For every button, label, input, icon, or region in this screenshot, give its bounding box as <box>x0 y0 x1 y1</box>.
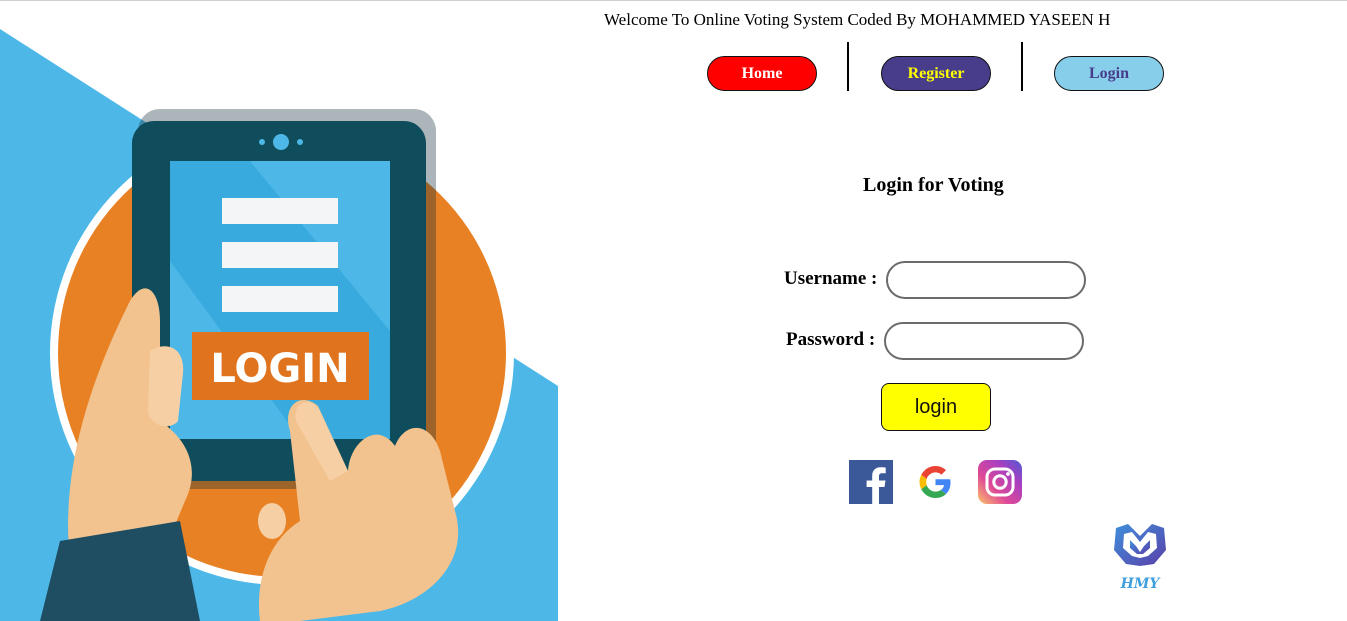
home-button[interactable]: Home <box>707 56 817 91</box>
password-input[interactable] <box>884 322 1084 360</box>
username-input[interactable] <box>886 261 1086 299</box>
form-title: Login for Voting <box>863 174 1004 196</box>
nav-divider <box>1021 42 1023 91</box>
login-nav-button[interactable]: Login <box>1054 56 1164 91</box>
register-button[interactable]: Register <box>881 56 991 91</box>
svg-text:LOGIN: LOGIN <box>210 346 349 392</box>
nav-divider <box>847 42 849 91</box>
instagram-icon[interactable] <box>978 460 1022 504</box>
welcome-banner: Welcome To Online Voting System Coded By… <box>604 10 1111 29</box>
svg-text:HMY: HMY <box>1120 576 1162 592</box>
password-label: Password : <box>786 329 876 350</box>
login-tablet-illustration: LOGIN <box>0 29 558 621</box>
facebook-icon[interactable] <box>849 460 893 504</box>
google-icon[interactable] <box>913 460 957 504</box>
login-submit-button[interactable]: login <box>881 383 991 431</box>
hero-illustration: LOGIN <box>0 1 558 621</box>
username-label: Username : <box>784 268 878 289</box>
hmy-brand-logo: HMY <box>1110 520 1170 594</box>
